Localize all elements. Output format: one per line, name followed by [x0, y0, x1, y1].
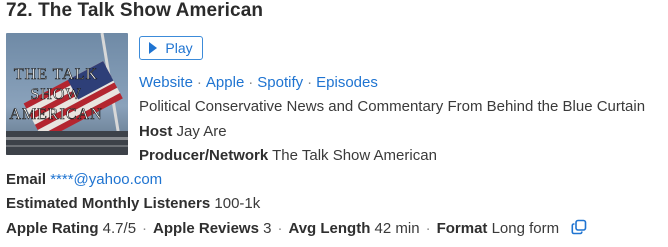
play-button-label: Play [165, 40, 193, 56]
stats-separator: · [142, 220, 148, 237]
producer-label: Producer/Network [139, 147, 269, 164]
avg-length-value: 42 min [374, 220, 420, 237]
podcast-entry: 72. The Talk Show American THE TALK SHOW… [0, 0, 668, 247]
host-row: Host Jay Are [139, 123, 227, 140]
listeners-row: Estimated Monthly Listeners 100-1k [6, 195, 260, 212]
external-links: Website · Apple · Spotify · Episodes [139, 74, 378, 91]
link-separator: · [248, 74, 254, 91]
cover-text-line3: AMERICAN [9, 106, 102, 123]
email-row: Email ****@yahoo.com [6, 171, 162, 188]
stats-separator: · [277, 220, 283, 237]
podcast-description: Political Conservative News and Commenta… [139, 98, 646, 115]
link-separator: · [307, 74, 313, 91]
format-value: Long form [491, 220, 560, 237]
spotify-link[interactable]: Spotify [257, 74, 303, 91]
format-label: Format [436, 220, 488, 237]
cover-text-line1: THE TALK [14, 66, 98, 83]
website-link[interactable]: Website [139, 74, 193, 91]
host-label: Host [139, 123, 173, 140]
producer-row: Producer/Network The Talk Show American [139, 147, 437, 164]
listeners-value: 100-1k [214, 195, 261, 212]
listeners-label: Estimated Monthly Listeners [6, 195, 211, 212]
episodes-link[interactable]: Episodes [316, 74, 378, 91]
apple-reviews-label: Apple Reviews [153, 220, 259, 237]
play-button[interactable]: Play [139, 36, 203, 60]
email-link[interactable]: ****@yahoo.com [50, 171, 162, 188]
stats-separator: · [425, 220, 431, 237]
podcast-cover-image[interactable]: THE TALK SHOW AMERICAN [6, 33, 128, 155]
cover-artwork: THE TALK SHOW AMERICAN [6, 33, 128, 155]
apple-reviews-value: 3 [263, 220, 272, 237]
cover-text-line2: SHOW [30, 86, 81, 103]
apple-rating-value: 4.7/5 [102, 220, 137, 237]
link-separator: · [196, 74, 202, 91]
stats-row: Apple Rating 4.7/5 · Apple Reviews 3 · Avg L… [6, 219, 587, 239]
email-label: Email [6, 171, 47, 188]
copy-icon[interactable] [571, 219, 587, 239]
apple-link[interactable]: Apple [206, 74, 244, 91]
avg-length-label: Avg Length [288, 220, 371, 237]
play-icon [149, 42, 158, 54]
page-title: 72. The Talk Show American [6, 0, 264, 21]
producer-value: The Talk Show American [272, 147, 437, 164]
host-value: Jay Are [176, 123, 227, 140]
apple-rating-label: Apple Rating [6, 220, 99, 237]
